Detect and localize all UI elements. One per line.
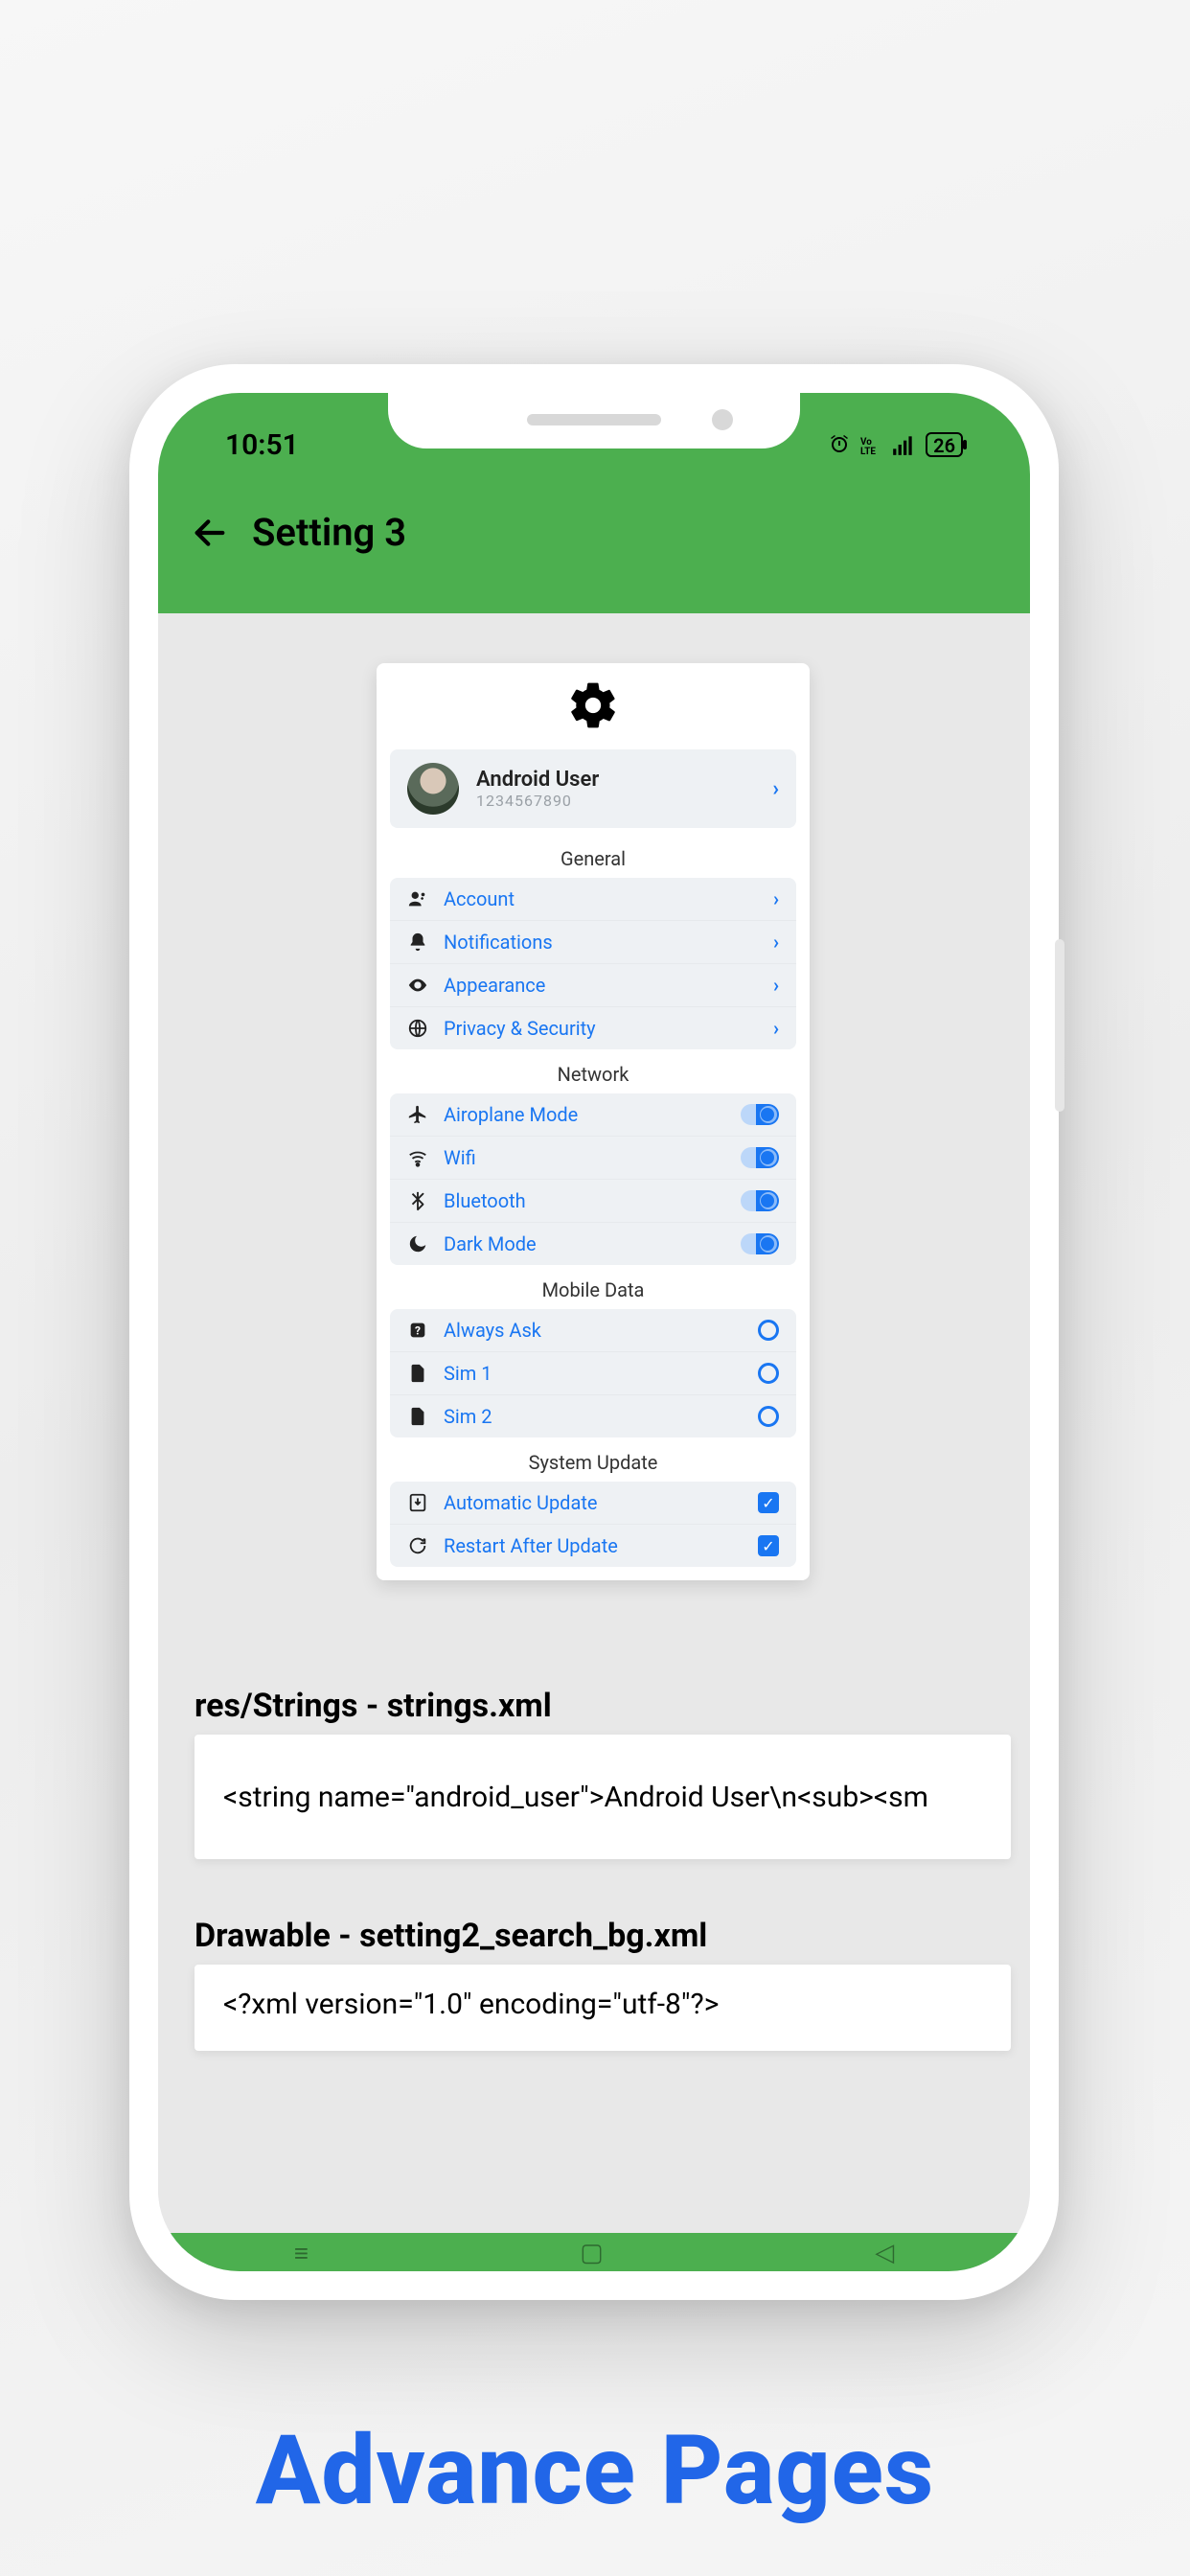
front-camera <box>712 409 733 430</box>
row-always-ask[interactable]: ? Always Ask <box>390 1309 796 1351</box>
row-sim2[interactable]: Sim 2 <box>390 1394 796 1438</box>
toggle-switch[interactable] <box>741 1104 779 1125</box>
row-label: Sim 1 <box>444 1362 743 1385</box>
person-icon <box>407 888 428 909</box>
row-label: Wifi <box>444 1146 725 1169</box>
nav-back-icon[interactable]: ◁ <box>875 2239 894 2267</box>
wifi-icon <box>407 1147 428 1168</box>
row-bluetooth[interactable]: Bluetooth <box>390 1179 796 1222</box>
row-privacy[interactable]: Privacy & Security › <box>390 1006 796 1049</box>
screen: 10:51 VoLTE 26 Setting 3 <box>158 393 1030 2271</box>
row-label: Sim 2 <box>444 1405 743 1428</box>
row-label: Account <box>444 887 758 910</box>
phone-device-frame: 10:51 VoLTE 26 Setting 3 <box>129 364 1059 2300</box>
status-time: 10:51 <box>225 428 299 462</box>
row-label: Dark Mode <box>444 1232 725 1255</box>
alarm-icon <box>828 432 851 457</box>
section-title-mobile: Mobile Data <box>390 1269 796 1309</box>
profile-name: Android User <box>476 768 755 792</box>
help-icon: ? <box>407 1320 428 1341</box>
sim-icon <box>407 1406 428 1427</box>
row-label: Restart After Update <box>444 1534 743 1557</box>
bluetooth-icon <box>407 1190 428 1211</box>
battery-indicator: 26 <box>926 432 963 457</box>
status-icons: VoLTE 26 <box>828 432 963 457</box>
toggle-switch[interactable] <box>741 1190 779 1211</box>
battery-percent: 26 <box>933 434 955 457</box>
nav-recent-icon[interactable]: ≡ <box>294 2239 309 2268</box>
row-sim1[interactable]: Sim 1 <box>390 1351 796 1394</box>
speaker-grill <box>527 414 661 426</box>
group-mobile: ? Always Ask Sim 1 Sim 2 <box>390 1309 796 1438</box>
row-airplane[interactable]: Airoplane Mode <box>390 1093 796 1136</box>
chevron-right-icon: › <box>772 777 779 801</box>
row-label: Notifications <box>444 931 758 954</box>
globe-icon <box>407 1018 428 1039</box>
eye-icon <box>407 975 428 996</box>
row-wifi[interactable]: Wifi <box>390 1136 796 1179</box>
airplane-icon <box>407 1104 428 1125</box>
toggle-switch[interactable] <box>741 1233 779 1254</box>
row-label: Bluetooth <box>444 1189 725 1212</box>
moon-icon <box>407 1233 428 1254</box>
android-nav-bar: ≡ ▢ ◁ <box>158 2233 1030 2271</box>
row-appearance[interactable]: Appearance › <box>390 963 796 1006</box>
group-general: Account › Notifications › Appearance › <box>390 878 796 1049</box>
promo-text: Advance Pages <box>0 2415 1190 2527</box>
notch <box>388 393 800 448</box>
row-auto-update[interactable]: Automatic Update ✓ <box>390 1482 796 1524</box>
group-update: Automatic Update ✓ Restart After Update … <box>390 1482 796 1567</box>
checkbox[interactable]: ✓ <box>758 1492 779 1513</box>
section-title-update: System Update <box>390 1441 796 1482</box>
section-title-general: General <box>390 838 796 878</box>
row-notifications[interactable]: Notifications › <box>390 920 796 963</box>
app-bar: Setting 3 <box>158 470 1030 555</box>
code-heading-strings: res/Strings - strings.xml <box>195 1687 552 1725</box>
group-network: Airoplane Mode Wifi Bluetooth <box>390 1093 796 1265</box>
code-box-drawable[interactable]: <?xml version="1.0" encoding="utf-8"?> <box>195 1965 1011 2051</box>
row-account[interactable]: Account › <box>390 878 796 920</box>
chevron-right-icon: › <box>773 1017 779 1040</box>
refresh-icon <box>407 1535 428 1556</box>
download-icon <box>407 1492 428 1513</box>
nav-home-icon[interactable]: ▢ <box>580 2239 604 2267</box>
chevron-right-icon: › <box>773 931 779 954</box>
toggle-switch[interactable] <box>741 1147 779 1168</box>
chevron-right-icon: › <box>773 887 779 910</box>
radio-button[interactable] <box>758 1406 779 1427</box>
profile-row[interactable]: Android User 1234567890 › <box>390 749 796 828</box>
signal-icon <box>891 432 916 457</box>
svg-text:?: ? <box>415 1324 421 1338</box>
chevron-right-icon: › <box>773 974 779 997</box>
profile-subtext: 1234567890 <box>476 792 755 810</box>
settings-card: Android User 1234567890 › General Accoun… <box>377 663 810 1580</box>
gear-icon <box>566 678 620 732</box>
page-title: Setting 3 <box>252 510 406 555</box>
gear-header <box>390 678 796 736</box>
row-restart-update[interactable]: Restart After Update ✓ <box>390 1524 796 1567</box>
content-area: Android User 1234567890 › General Accoun… <box>158 613 1030 2233</box>
radio-button[interactable] <box>758 1320 779 1341</box>
code-heading-drawable: Drawable - setting2_search_bg.xml <box>195 1917 707 1955</box>
volte-icon: VoLTE <box>860 432 881 457</box>
svg-text:LTE: LTE <box>860 447 876 457</box>
row-label: Appearance <box>444 974 758 997</box>
row-darkmode[interactable]: Dark Mode <box>390 1222 796 1265</box>
sim-icon <box>407 1363 428 1384</box>
section-title-network: Network <box>390 1053 796 1093</box>
bell-icon <box>407 932 428 953</box>
radio-button[interactable] <box>758 1363 779 1384</box>
row-label: Privacy & Security <box>444 1017 758 1040</box>
row-label: Airoplane Mode <box>444 1103 725 1126</box>
row-label: Automatic Update <box>444 1491 743 1514</box>
back-arrow-icon[interactable] <box>191 514 229 552</box>
side-button <box>1055 939 1064 1112</box>
avatar <box>407 763 459 815</box>
row-label: Always Ask <box>444 1319 743 1342</box>
checkbox[interactable]: ✓ <box>758 1535 779 1556</box>
code-box-strings[interactable]: <string name="android_user">Android User… <box>195 1735 1011 1859</box>
